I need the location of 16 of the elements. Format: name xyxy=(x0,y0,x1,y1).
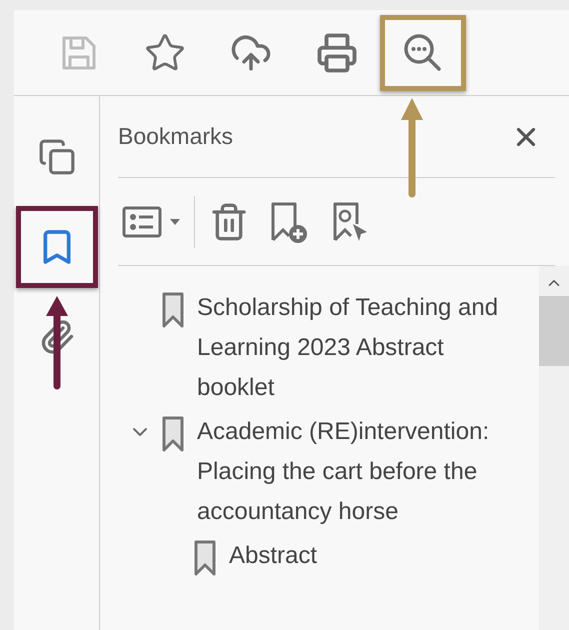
bookmark-icon xyxy=(194,540,216,576)
search-button[interactable] xyxy=(380,14,466,90)
printer-icon xyxy=(316,32,358,74)
bookmarks-tab[interactable] xyxy=(16,206,98,288)
caret-icon xyxy=(170,218,180,224)
list-icon xyxy=(122,204,162,238)
scrollbar-thumb[interactable] xyxy=(539,296,569,366)
pages-icon xyxy=(38,138,76,176)
bookmark-icon xyxy=(162,416,184,452)
panel-title: Bookmarks xyxy=(118,122,234,152)
bookmark-icon xyxy=(162,292,184,328)
bookmark-label[interactable]: Scholarship of Teaching and Learning 2023 Abstract booklet xyxy=(197,288,507,408)
scrollbar[interactable] xyxy=(539,266,569,630)
star-icon xyxy=(144,32,186,74)
bookmark-label[interactable]: Abstract xyxy=(229,536,539,576)
bookmark-label[interactable]: Academic (RE)intervention: Placing the cart before the accountancy horse xyxy=(197,412,507,532)
